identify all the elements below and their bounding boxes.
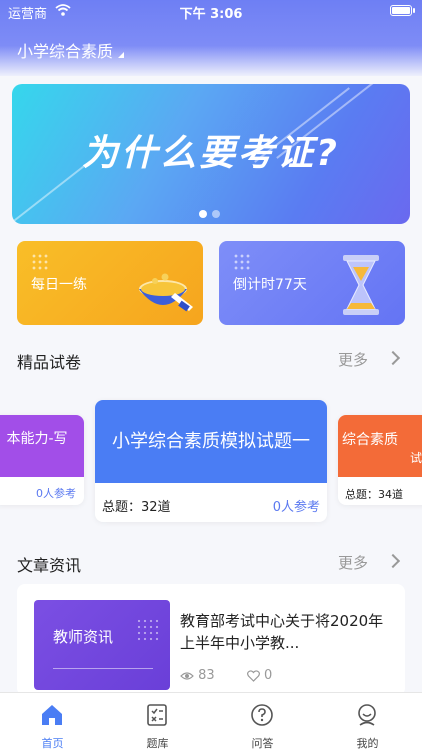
paper-title-cont: 试 [410,451,422,465]
paper-title: 小学综合素质模拟试题一 [95,400,327,483]
paper-participants: 0人参考 [36,487,76,500]
battery-tip [413,8,415,13]
banner-carousel[interactable]: 为什么要考证? [12,84,410,224]
caret-icon[interactable] [118,52,124,58]
paper-title: 本能力-写 [0,415,84,477]
tab-question-bank[interactable]: 题库 [105,693,210,750]
article-stats: 83 0 [180,668,300,683]
carousel-dot-active[interactable] [199,210,207,218]
views-count: 83 [198,668,215,683]
article-title: 教育部考试中心关于将2020年上半年中小学教... [180,612,384,652]
bowl-icon [139,273,193,312]
dot-grid-decoration [136,618,160,642]
heart-icon [246,669,260,682]
battery-icon [390,5,412,16]
dot-grid-decoration [31,253,49,271]
banner-title: 为什么要考证? [82,133,340,174]
status-bar: 运营商 下午 3:06 [0,0,422,24]
tab-label: 首页 [41,737,64,750]
eye-icon [180,671,194,680]
paper-question-count: 总题：34道 [345,488,403,501]
articles-section-title: 文章资讯 [17,556,82,575]
tab-qa[interactable]: 问答 [210,693,315,750]
countdown-label: 倒计时77天 [233,277,307,293]
carousel-dot[interactable] [212,210,220,218]
hourglass-icon [343,255,379,315]
paper-question-count: 总题：32道 [102,500,171,515]
status-time: 下午 3:06 [179,7,243,22]
question-icon [251,704,273,726]
tab-label: 问答 [251,737,274,750]
papers-more-link[interactable]: 更多 [338,349,368,370]
tab-label: 题库 [146,737,169,750]
paper-participants: 0人参考 [272,500,320,515]
subject-selector[interactable]: 小学综合素质 [17,38,113,62]
thumbnail-label: 教师资讯 [53,628,114,646]
articles-more-link[interactable]: 更多 [338,552,368,573]
tab-bar: 首页 题库 问答 我的 [0,692,422,750]
article-thumbnail: 教师资讯 [34,600,170,690]
likes-count: 0 [263,668,273,683]
paper-card[interactable]: 本能力-写 0人参考 [0,415,84,505]
tab-label: 我的 [356,737,379,750]
paper-card[interactable]: 综合素质 试 总题：34道 [338,415,422,505]
views-stat: 83 [180,668,233,683]
paper-card[interactable]: 小学综合素质模拟试题一 总题：32道 0人参考 [95,400,327,522]
likes-stat[interactable]: 0 [246,668,286,683]
chevron-right-icon[interactable] [385,350,401,366]
daily-practice-label: 每日一练 [31,277,87,293]
thumbnail-divider [53,668,153,669]
article-item[interactable]: 教师资讯 教育部考试中心关于将2020年上半年中小学教... 83 0 [17,584,405,696]
paper-title-block: 综合素质 试 [338,415,422,477]
tab-profile[interactable]: 我的 [315,693,420,750]
chevron-right-icon[interactable] [385,553,401,569]
header: 运营商 下午 3:06 小学综合素质 [0,0,422,76]
tab-home[interactable]: 首页 [0,693,105,750]
daily-practice-card[interactable]: 每日一练 [17,241,203,325]
dot-grid-decoration [233,253,251,271]
paper-title: 综合素质 [342,432,398,448]
home-icon [42,705,62,725]
countdown-card[interactable]: 倒计时77天 [219,241,405,325]
papers-section-title: 精品试卷 [17,353,82,372]
carousel-dots [199,203,225,222]
checklist-icon [147,704,167,726]
profile-icon [358,704,376,726]
